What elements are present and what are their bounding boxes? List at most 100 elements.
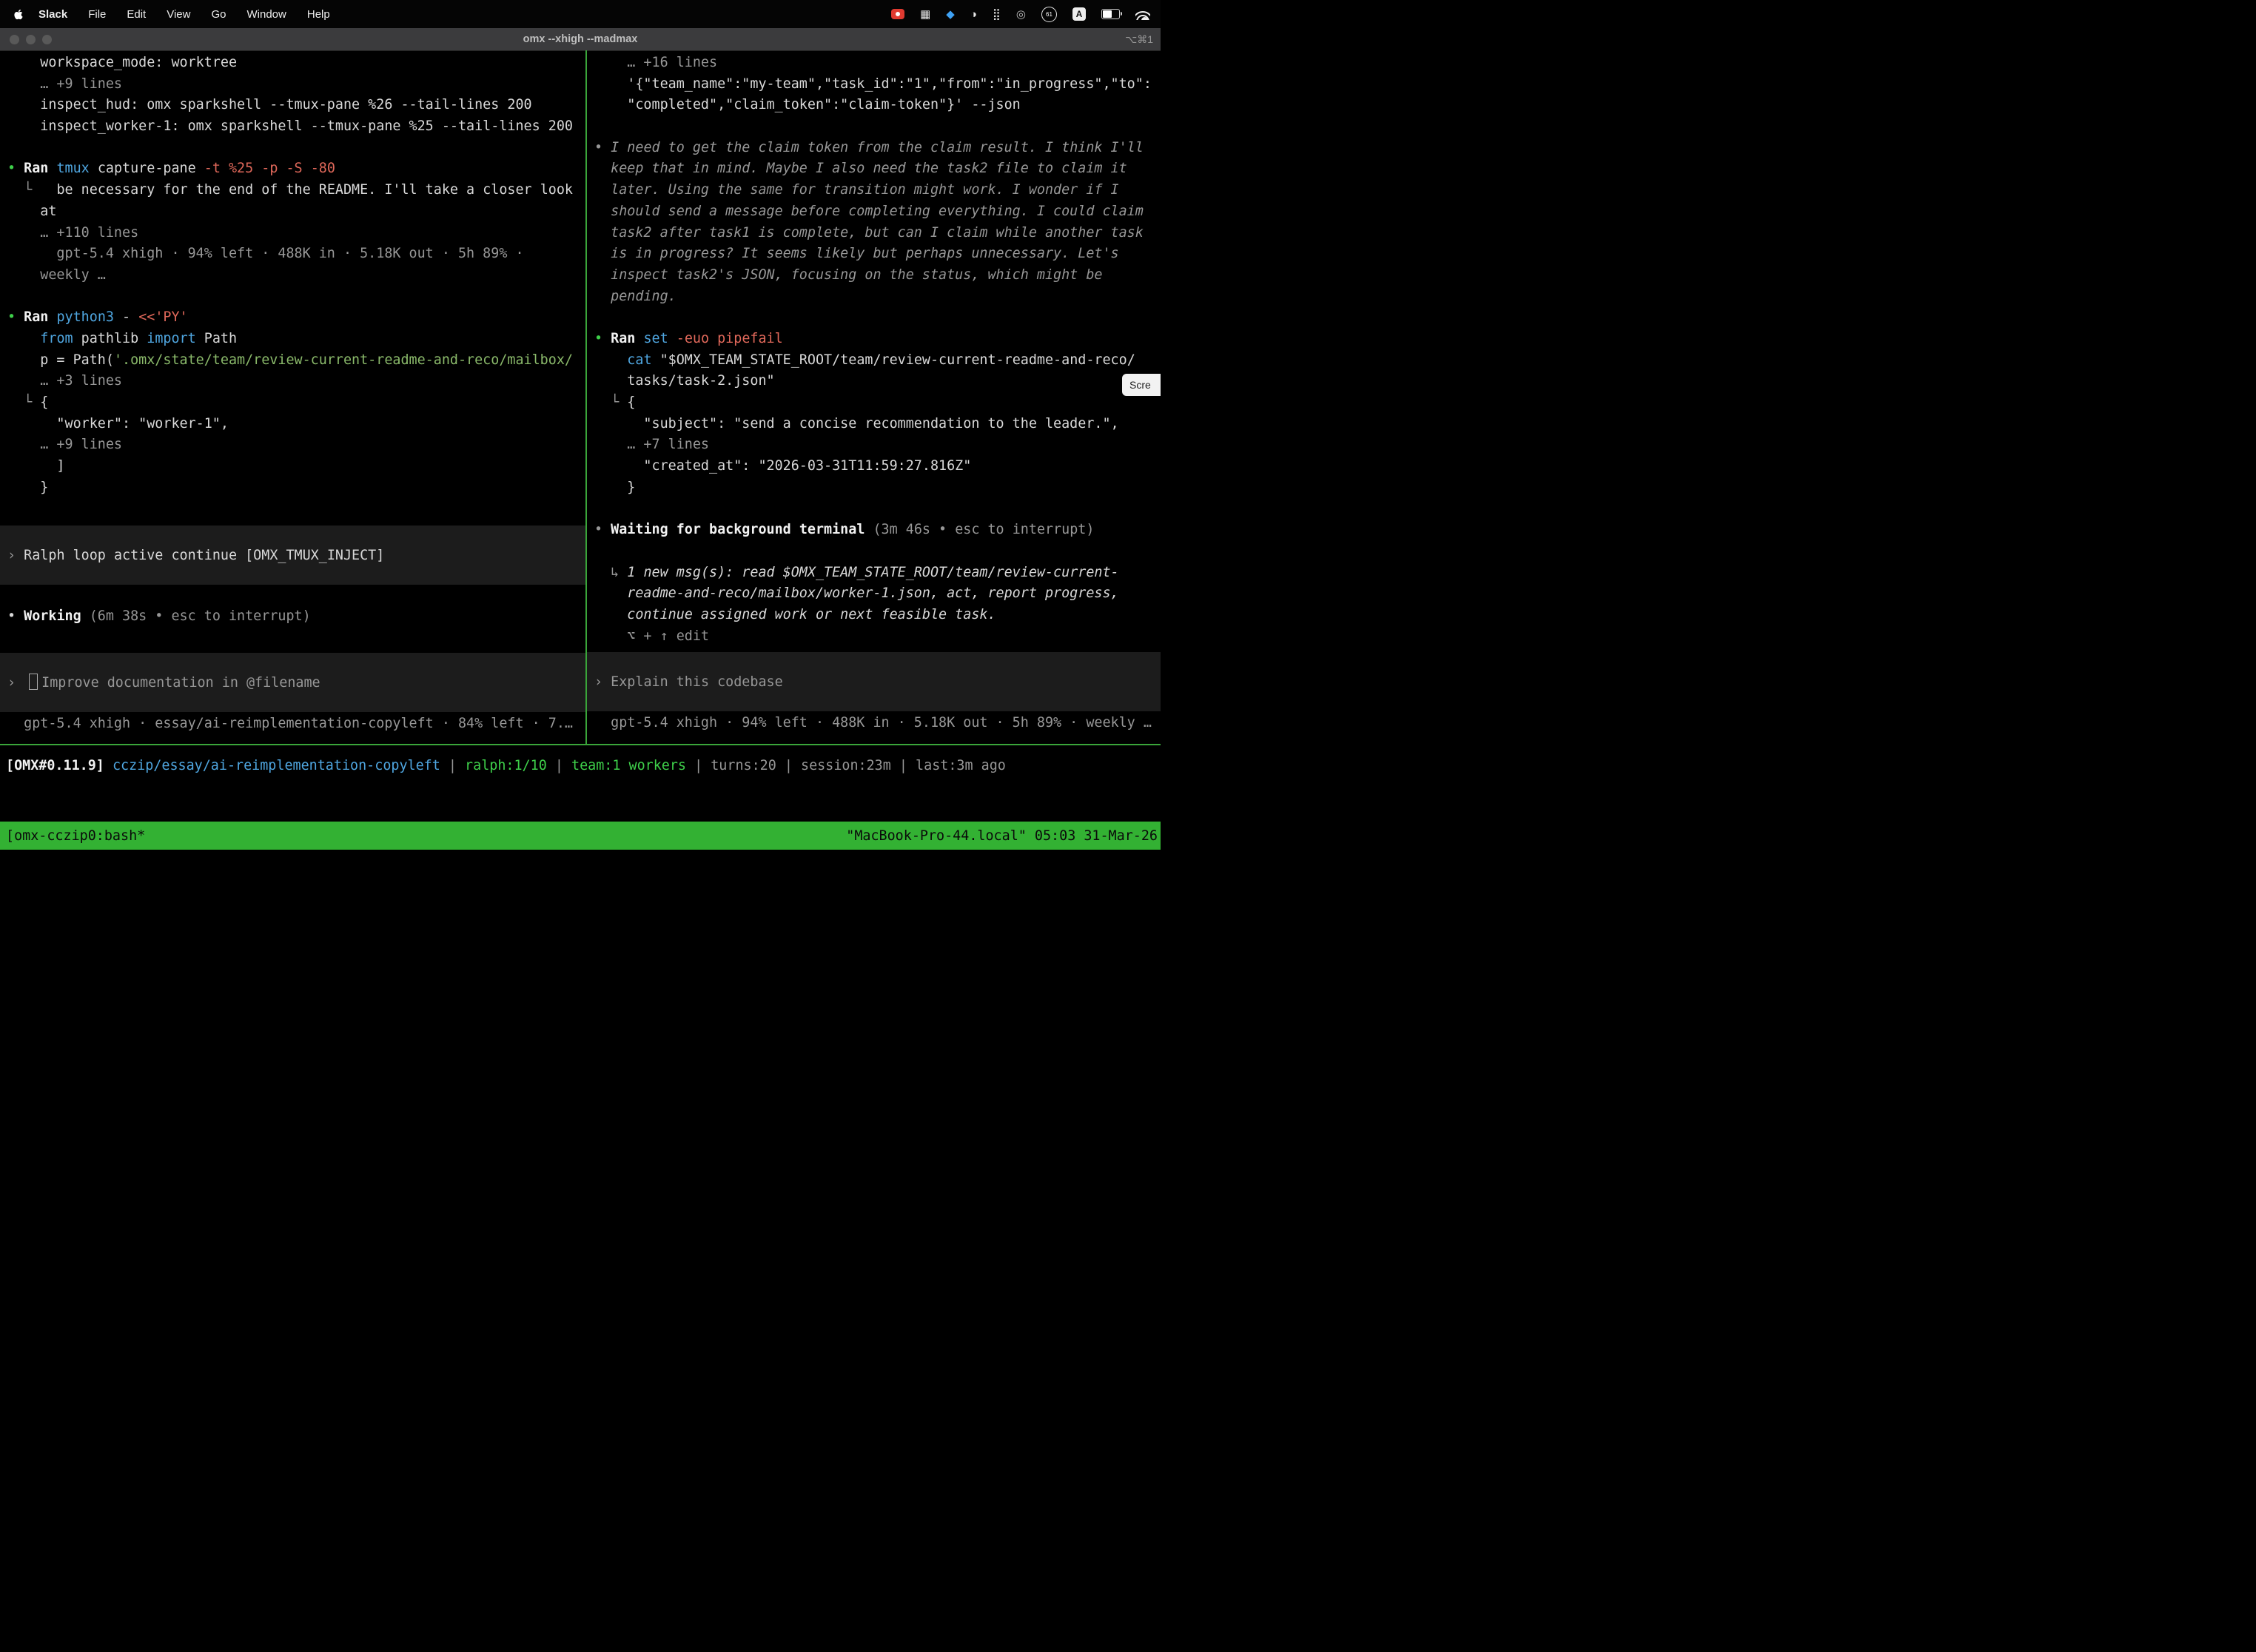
menu-item-edit[interactable]: Edit	[116, 8, 156, 21]
menu-item-window[interactable]: Window	[237, 8, 297, 21]
terminal-line: "created_at": "2026-03-31T11:59:27.816Z"	[587, 456, 1161, 477]
terminal-line: "completed","claim_token":"claim-token"}…	[587, 95, 1161, 116]
tmux-host-time-label: "MacBook-Pro-44.local" 05:03 31-Mar-26	[846, 828, 1161, 844]
terminal-line: … +3 lines	[0, 371, 585, 392]
terminal-line: ]	[0, 456, 585, 477]
terminal-line: "subject": "send a concise recommendatio…	[587, 414, 1161, 435]
left-pane[interactable]: workspace_mode: worktree … +9 lines insp…	[0, 50, 585, 744]
terminal-block: … +16 lines '{"team_name":"my-team","tas…	[587, 53, 1161, 647]
terminal-line: is in progress? It seems likely but perh…	[587, 244, 1161, 265]
terminal-line: inspect task2's JSON, focusing on the st…	[587, 265, 1161, 286]
right-pane[interactable]: … +16 lines '{"team_name":"my-team","tas…	[587, 50, 1161, 744]
terminal-line: … +9 lines	[0, 74, 585, 95]
terminal-line: inspect_worker-1: omx sparkshell --tmux-…	[0, 116, 585, 138]
terminal-line: … +16 lines	[587, 53, 1161, 74]
keyhole-icon[interactable]: ◎	[1016, 9, 1026, 20]
input-source-icon[interactable]: A	[1072, 7, 1086, 21]
terminal-line: from pathlib import Path	[0, 329, 585, 350]
terminal-line	[0, 138, 585, 159]
menu-app-name[interactable]: Slack	[28, 8, 78, 21]
inject-banner[interactable]: › Ralph loop active continue [OMX_TMUX_I…	[0, 526, 585, 585]
terminal-line: › Improve documentation in @filename	[0, 674, 320, 691]
terminal-line: gpt-5.4 xhigh · essay/ai-reimplementatio…	[0, 713, 585, 735]
dots-grid-icon[interactable]: ⣿	[993, 9, 1001, 20]
terminal-line: "worker": "worker-1",	[0, 414, 585, 435]
terminal-line: [OMX#0.11.9] cczip/essay/ai-reimplementa…	[0, 756, 1161, 777]
terminal-line	[0, 585, 585, 606]
terminal-line: tasks/task-2.json"	[587, 371, 1161, 392]
tmux-status-bar: [omx-cczip0:bash* "MacBook-Pro-44.local"…	[0, 822, 1161, 850]
composer-right[interactable]: › Explain this codebase	[587, 652, 1161, 711]
battery-percent-badge-icon[interactable]: 61	[1041, 7, 1057, 22]
terminal-line: • Ran set -euo pipefail	[587, 329, 1161, 350]
terminal-line	[0, 286, 585, 308]
terminal-line: ↳ 1 new msg(s): read $OMX_TEAM_STATE_ROO…	[587, 563, 1161, 584]
terminal-line: continue assigned work or next feasible …	[587, 605, 1161, 626]
battery-icon[interactable]	[1101, 9, 1120, 19]
terminal-line: workspace_mode: worktree	[0, 53, 585, 74]
terminal-line: later. Using the same for transition mig…	[587, 180, 1161, 201]
terminal-line: • Waiting for background terminal (3m 46…	[587, 520, 1161, 541]
window-shortcut-label: ⌥⌘1	[1125, 33, 1153, 46]
terminal-line: gpt-5.4 xhigh · 94% left · 488K in · 5.1…	[587, 713, 1161, 734]
menu-item-view[interactable]: View	[156, 8, 201, 21]
terminal-line: weekly …	[0, 265, 585, 286]
blue-app-icon[interactable]: ◆	[946, 9, 955, 20]
terminal-line: └ {	[587, 392, 1161, 414]
terminal-line	[587, 307, 1161, 329]
terminal-line: task2 after task1 is complete, but can I…	[587, 223, 1161, 244]
screen-recording-indicator-icon[interactable]	[891, 9, 904, 19]
menu-item-go[interactable]: Go	[201, 8, 236, 21]
terminal-line: readme-and-reco/mailbox/worker-1.json, a…	[587, 583, 1161, 605]
window-title-bar: omx --xhigh --madmax ⌥⌘1	[0, 28, 1161, 51]
terminal-line: '{"team_name":"my-team","task_id":"1","f…	[587, 74, 1161, 95]
menu-bar: Slack File Edit View Go Window Help ▦ ◆ …	[0, 0, 1161, 28]
terminal-line: pending.	[587, 286, 1161, 308]
terminal-block: gpt-5.4 xhigh · 94% left · 488K in · 5.1…	[587, 713, 1161, 734]
window-title: omx --xhigh --madmax	[0, 33, 1161, 45]
screenshot-popup-label: Scre	[1129, 379, 1151, 391]
terminal-line: • Ran tmux capture-pane -t %25 -p -S -80	[0, 158, 585, 180]
screen: Slack File Edit View Go Window Help ▦ ◆ …	[0, 0, 1161, 850]
terminal-block: workspace_mode: worktree … +9 lines insp…	[0, 53, 585, 520]
menu-item-file[interactable]: File	[78, 8, 116, 21]
terminal-line: └ {	[0, 392, 585, 414]
terminal-line	[587, 498, 1161, 520]
terminal-line: p = Path('.omx/state/team/review-current…	[0, 350, 585, 372]
terminal-line: at	[0, 201, 585, 223]
terminal-line: should send a message before completing …	[587, 201, 1161, 223]
terminal-line: • Working (6m 38s • esc to interrupt)	[0, 606, 585, 628]
grid-icon[interactable]: ▦	[920, 9, 930, 20]
apple-menu-icon[interactable]	[13, 8, 28, 21]
terminal-line: › Ralph loop active continue [OMX_TMUX_I…	[0, 548, 384, 563]
terminal-line: … +110 lines	[0, 223, 585, 244]
composer-left[interactable]: › Improve documentation in @filename	[0, 653, 585, 712]
screenshot-popup[interactable]: Scre	[1122, 374, 1161, 396]
terminal-line: … +9 lines	[0, 434, 585, 456]
terminal-block: • Working (6m 38s • esc to interrupt)	[0, 585, 585, 627]
terminal-line: • I need to get the claim token from the…	[587, 138, 1161, 159]
menu-item-help[interactable]: Help	[297, 8, 340, 21]
terminal-line	[0, 498, 585, 520]
omx-status-line: [OMX#0.11.9] cczip/essay/ai-reimplementa…	[0, 745, 1161, 777]
terminal-line	[587, 541, 1161, 563]
text-cursor	[29, 674, 38, 690]
terminal-line	[587, 116, 1161, 138]
terminal-block: gpt-5.4 xhigh · essay/ai-reimplementatio…	[0, 713, 585, 735]
battery-percent-value: 61	[1046, 11, 1053, 18]
terminal-line: }	[0, 477, 585, 499]
terminal-line: gpt-5.4 xhigh · 94% left · 488K in · 5.1…	[0, 244, 585, 265]
terminal-line: • Ran python3 - <<'PY'	[0, 307, 585, 329]
wifi-icon[interactable]	[1135, 9, 1150, 20]
terminal-line: cat "$OMX_TEAM_STATE_ROOT/team/review-cu…	[587, 350, 1161, 372]
terminal-line: … +7 lines	[587, 434, 1161, 456]
terminal-line: ⌥ + ↑ edit	[587, 626, 1161, 648]
terminal-line: └ be necessary for the end of the README…	[0, 180, 585, 201]
terminal-line: inspect_hud: omx sparkshell --tmux-pane …	[0, 95, 585, 116]
terminal-line: keep that in mind. Maybe I also need the…	[587, 158, 1161, 180]
dark-circle-app-icon[interactable]: ◑	[970, 9, 977, 20]
terminal-area: workspace_mode: worktree … +9 lines insp…	[0, 50, 1161, 744]
tmux-session-label: [omx-cczip0:bash*	[0, 828, 145, 844]
terminal-line: › Explain this codebase	[587, 674, 783, 690]
terminal-line: }	[587, 477, 1161, 499]
